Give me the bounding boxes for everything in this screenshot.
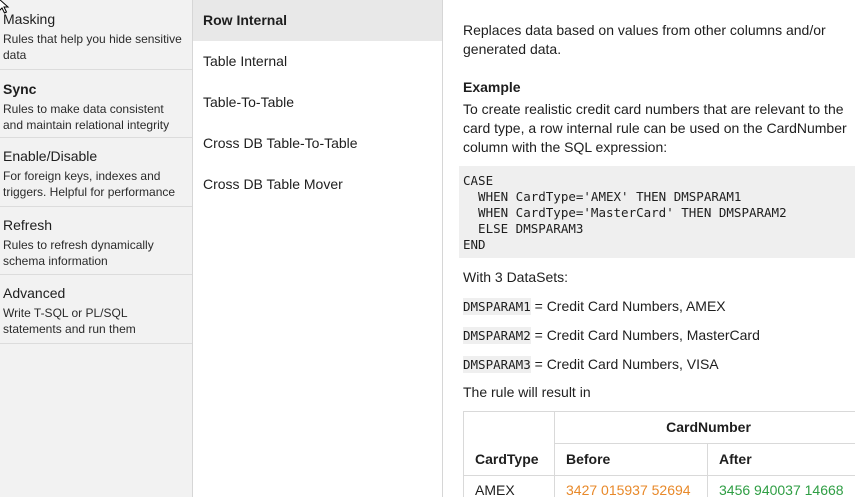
dataset-param-line: DMSPARAM3 = Credit Card Numbers, VISA <box>463 355 855 374</box>
example-heading: Example <box>463 79 521 95</box>
category-advanced[interactable]: Advanced Write T-SQL or PL/SQL statement… <box>0 275 192 344</box>
column-header-cardnumber: CardNumber <box>554 411 855 444</box>
cell-cardtype: AMEX <box>463 475 555 497</box>
category-description: Write T-SQL or PL/SQL statements and run… <box>3 306 136 336</box>
cell-after: 3456 940037 14668 <box>707 475 855 497</box>
column-header-cardtype: CardType <box>463 411 555 476</box>
category-sync[interactable]: Sync Rules to make data consistent and m… <box>0 70 192 138</box>
category-title: Masking <box>3 11 56 27</box>
column-header-after: After <box>707 443 855 476</box>
rule-type-cross-db-table-mover[interactable]: Cross DB Table Mover <box>193 164 442 205</box>
category-title: Advanced <box>3 285 66 301</box>
category-title: Sync <box>3 81 37 97</box>
rule-intro-text: Replaces data based on values from other… <box>463 22 826 57</box>
category-enable-disable[interactable]: Enable/Disable For foreign keys, indexes… <box>0 138 192 207</box>
dataset-param-line: DMSPARAM2 = Credit Card Numbers, MasterC… <box>463 326 855 345</box>
rule-type-table-to-table[interactable]: Table-To-Table <box>193 82 442 123</box>
sql-expression-code: CASE WHEN CardType='AMEX' THEN DMSPARAM1… <box>459 166 855 258</box>
rule-description-panel: Replaces data based on values from other… <box>443 0 855 497</box>
result-table: CardType CardNumber Before After AMEX 34… <box>463 411 855 497</box>
category-description: Rules to refresh dynamically schema info… <box>3 238 154 268</box>
example-text: To create realistic credit card numbers … <box>463 101 847 155</box>
rule-type-cross-db-table-to-table[interactable]: Cross DB Table-To-Table <box>193 123 442 164</box>
param-value: = Credit Card Numbers, VISA <box>530 356 719 372</box>
column-header-before: Before <box>554 443 708 476</box>
category-title: Refresh <box>3 217 53 233</box>
param-value: = Credit Card Numbers, MasterCard <box>530 327 760 343</box>
category-masking[interactable]: Masking Rules that help you hide sensiti… <box>0 0 192 70</box>
cell-before: 3427 015937 52694 <box>554 475 708 497</box>
param-name: DMSPARAM1 <box>463 298 531 315</box>
category-title: Enable/Disable <box>3 148 98 164</box>
table-row: AMEX 3427 015937 52694 3456 940037 14668 <box>463 475 855 497</box>
param-name: DMSPARAM3 <box>463 356 531 373</box>
category-description: Rules to make data consistent and mainta… <box>3 102 170 132</box>
param-value: = Credit Card Numbers, AMEX <box>530 298 726 314</box>
rule-type-table-internal[interactable]: Table Internal <box>193 41 442 82</box>
category-refresh[interactable]: Refresh Rules to refresh dynamically sch… <box>0 207 192 275</box>
dataset-param-line: DMSPARAM1 = Credit Card Numbers, AMEX <box>463 297 855 316</box>
category-description: Rules that help you hide sensitive data <box>3 32 182 62</box>
rule-type-row-internal[interactable]: Row Internal <box>193 0 442 41</box>
rule-category-list: Masking Rules that help you hide sensiti… <box>0 0 193 497</box>
rule-type-list: Row Internal Table Internal Table-To-Tab… <box>193 0 443 497</box>
category-description: For foreign keys, indexes and triggers. … <box>3 169 176 199</box>
mouse-pointer-icon <box>0 0 10 14</box>
param-name: DMSPARAM2 <box>463 327 531 344</box>
result-intro: The rule will result in <box>463 384 591 400</box>
datasets-intro: With 3 DataSets: <box>463 269 569 285</box>
